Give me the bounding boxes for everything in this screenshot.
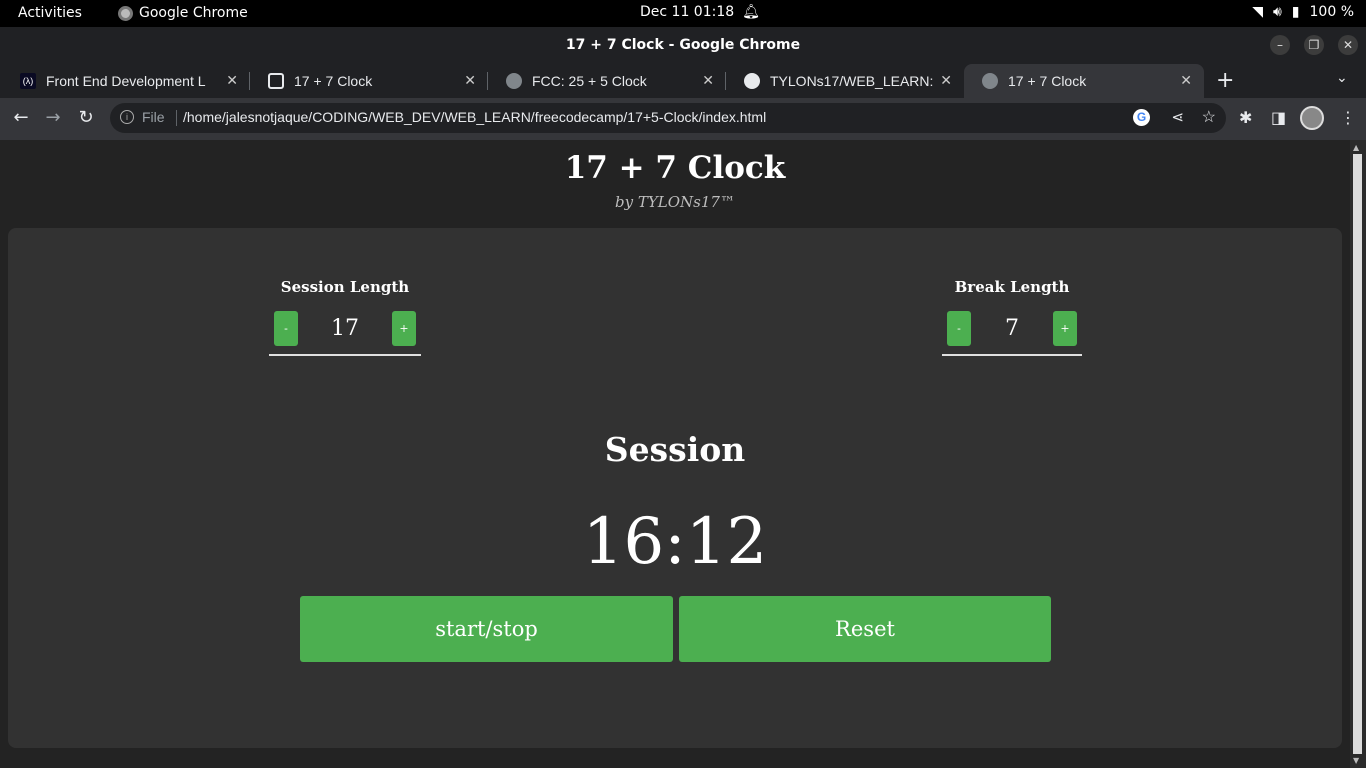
maximize-icon[interactable]: ❐: [1304, 35, 1324, 55]
timer-status-label: Session: [604, 430, 746, 469]
tab-github[interactable]: TYLONs17/WEB_LEARN: ✕: [726, 64, 964, 98]
break-increment-button[interactable]: +: [1053, 311, 1077, 346]
scrollbar-thumb[interactable]: [1353, 154, 1362, 754]
globe-icon: [982, 73, 998, 89]
google-lens-icon[interactable]: G: [1133, 109, 1150, 126]
wifi-icon: ◥: [1252, 4, 1263, 20]
clock-card: Session Length - 17 + Break Length - 7 +…: [8, 228, 1342, 748]
scroll-down-icon[interactable]: ▼: [1353, 756, 1359, 765]
globe-icon: [506, 73, 522, 89]
tab-strip: (λ) Front End Development L ✕ 17 + 7 Clo…: [0, 64, 1366, 98]
byline: by TYLONs17™: [615, 193, 735, 211]
session-length-label: Session Length: [280, 278, 410, 296]
close-window-icon[interactable]: ✕: [1338, 35, 1358, 55]
codepen-icon: [268, 73, 284, 89]
page-title: 17 + 7 Clock: [564, 150, 786, 186]
tab-17-7-clock-active[interactable]: 17 + 7 Clock ✕: [964, 64, 1204, 98]
tab-label: 17 + 7 Clock: [1008, 73, 1087, 89]
window-title: 17 + 7 Clock - Google Chrome: [565, 37, 801, 53]
app-menu[interactable]: Google Chrome: [118, 5, 248, 21]
tab-label: 17 + 7 Clock: [294, 73, 373, 89]
break-length-value: 7: [1005, 316, 1019, 341]
extensions-puzzle-icon[interactable]: ✱: [1239, 108, 1252, 127]
tab-17-7-clock-codepen[interactable]: 17 + 7 Clock ✕: [250, 64, 488, 98]
session-length-value: 17: [331, 316, 359, 341]
system-clock[interactable]: Dec 11 01:18 🔔︎: [640, 4, 760, 20]
tab-label: FCC: 25 + 5 Clock: [532, 73, 647, 89]
address-bar[interactable]: i File /home/jalesnotjaque/CODING/WEB_DE…: [110, 103, 1226, 133]
session-increment-button[interactable]: +: [392, 311, 416, 346]
close-tab-icon[interactable]: ✕: [702, 72, 714, 89]
close-tab-icon[interactable]: ✕: [226, 72, 238, 89]
window-title-bar: 17 + 7 Clock - Google Chrome – ❐ ✕: [0, 27, 1366, 64]
chrome-icon: [118, 5, 133, 21]
reload-icon[interactable]: ↻: [75, 107, 97, 128]
start-stop-button[interactable]: start/stop: [300, 596, 673, 662]
bell-icon: 🔔︎: [742, 4, 760, 20]
volume-icon: 🔊︎: [1272, 4, 1282, 20]
battery-icon: ▮: [1291, 4, 1300, 20]
activities-button[interactable]: Activities: [18, 5, 82, 21]
break-length-label: Break Length: [954, 278, 1070, 296]
tab-search-chevron-icon[interactable]: ⌄: [1336, 70, 1348, 86]
os-top-bar: Activities Google Chrome Dec 11 01:18 🔔︎…: [0, 0, 1366, 27]
omnibox-divider: [176, 110, 177, 126]
tab-label: TYLONs17/WEB_LEARN:: [770, 73, 934, 89]
forward-icon[interactable]: →: [42, 107, 64, 128]
tab-fcc-clock[interactable]: FCC: 25 + 5 Clock ✕: [488, 64, 726, 98]
browser-toolbar: ← → ↻ i File /home/jalesnotjaque/CODING/…: [0, 98, 1366, 140]
new-tab-icon[interactable]: +: [1216, 68, 1234, 93]
break-length-control: Break Length - 7 +: [942, 278, 1082, 356]
time-left-display: 16:12: [582, 505, 768, 579]
datetime-text: Dec 11 01:18: [640, 4, 735, 20]
session-length-control: Session Length - 17 +: [269, 278, 421, 356]
system-tray[interactable]: ◥ 🔊︎ ▮ 100 %: [1252, 4, 1354, 20]
reset-button[interactable]: Reset: [679, 596, 1051, 662]
break-stepper: - 7 +: [942, 311, 1082, 356]
fcc-icon: (λ): [20, 73, 36, 89]
tab-label: Front End Development L: [46, 73, 206, 89]
break-decrement-button[interactable]: -: [947, 311, 971, 346]
profile-avatar[interactable]: [1300, 106, 1324, 130]
page-scrollbar[interactable]: ▲ ▼: [1350, 140, 1366, 768]
tab-front-end-development[interactable]: (λ) Front End Development L ✕: [0, 64, 250, 98]
chrome-menu-icon[interactable]: ⋮: [1340, 108, 1356, 127]
github-icon: [744, 73, 760, 89]
page-viewport: 17 + 7 Clock by TYLONs17™ Session Length…: [0, 140, 1350, 768]
battery-percent: 100 %: [1309, 4, 1354, 20]
share-icon[interactable]: ⋖: [1171, 108, 1184, 126]
close-tab-icon[interactable]: ✕: [1180, 72, 1192, 89]
back-icon[interactable]: ←: [10, 107, 32, 128]
url-text[interactable]: /home/jalesnotjaque/CODING/WEB_DEV/WEB_L…: [183, 109, 766, 125]
file-scheme-label: File: [142, 109, 165, 125]
minimize-icon[interactable]: –: [1270, 35, 1290, 55]
scroll-up-icon[interactable]: ▲: [1353, 143, 1359, 152]
session-stepper: - 17 +: [269, 311, 421, 356]
app-name: Google Chrome: [139, 5, 248, 21]
close-tab-icon[interactable]: ✕: [940, 72, 952, 89]
side-panel-icon[interactable]: ◨: [1271, 108, 1286, 127]
bookmark-star-icon[interactable]: ☆: [1202, 107, 1216, 127]
info-icon[interactable]: i: [120, 110, 134, 124]
close-tab-icon[interactable]: ✕: [464, 72, 476, 89]
session-decrement-button[interactable]: -: [274, 311, 298, 346]
